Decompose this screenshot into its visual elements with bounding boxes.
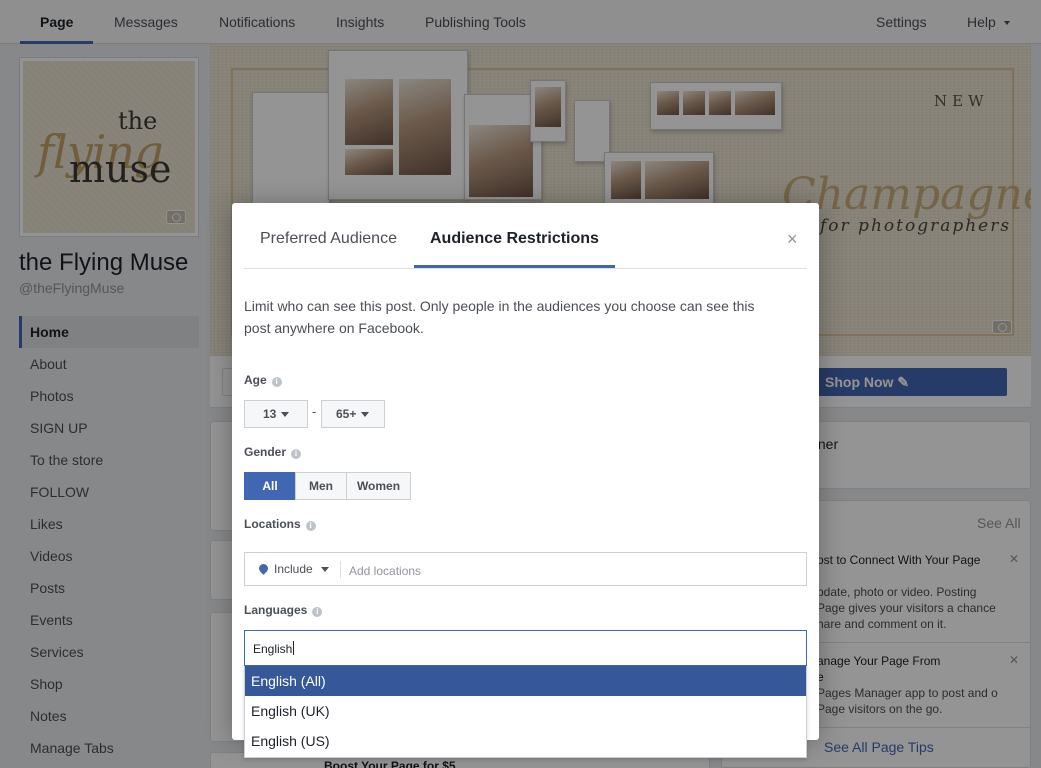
age-range-dash: -: [312, 404, 317, 419]
languages-label-text: Languages: [244, 603, 308, 617]
languages-input[interactable]: English: [244, 630, 807, 666]
language-option-english-uk[interactable]: English (UK): [245, 696, 806, 726]
age-min-value: 13: [263, 407, 277, 421]
language-option-english-us[interactable]: English (US): [245, 726, 806, 756]
gender-men-button[interactable]: Men: [295, 472, 347, 500]
locations-input[interactable]: Add locations: [349, 564, 421, 578]
info-icon[interactable]: i: [291, 449, 302, 459]
chevron-down-icon: [361, 412, 370, 417]
tab-preferred-audience[interactable]: Preferred Audience: [260, 203, 397, 268]
gender-women-button[interactable]: Women: [346, 472, 411, 500]
language-option-english-all[interactable]: English (All): [245, 666, 806, 696]
restrictions-description: Limit who can see this post. Only people…: [244, 298, 755, 336]
info-icon[interactable]: i: [271, 377, 282, 387]
gender-all-button[interactable]: All: [244, 472, 296, 500]
divider: [340, 561, 341, 578]
include-dropdown[interactable]: Include: [274, 562, 329, 576]
location-pin-icon: [257, 562, 270, 575]
age-max-value: 65+: [336, 407, 357, 421]
age-label: Age i: [244, 373, 282, 387]
audience-dialog: Preferred Audience Audience Restrictions…: [232, 203, 819, 740]
info-icon[interactable]: i: [305, 521, 316, 531]
include-label: Include: [274, 562, 313, 576]
chevron-down-icon: [320, 567, 329, 572]
locations-label: Locations i: [244, 517, 316, 531]
gender-label: Gender i: [244, 445, 302, 459]
languages-input-value: English: [253, 642, 293, 656]
languages-label: Languages i: [244, 603, 323, 617]
close-icon[interactable]: ×: [787, 229, 798, 250]
age-max-select[interactable]: 65+: [321, 400, 385, 428]
age-min-select[interactable]: 13: [244, 400, 308, 428]
locations-label-text: Locations: [244, 517, 301, 531]
tab-audience-restrictions[interactable]: Audience Restrictions: [430, 203, 599, 268]
chevron-down-icon: [281, 412, 290, 417]
age-label-text: Age: [244, 373, 267, 387]
gender-label-text: Gender: [244, 445, 287, 459]
tabs-divider: [244, 268, 807, 269]
info-icon[interactable]: i: [312, 607, 323, 617]
locations-field[interactable]: Include Add locations: [244, 552, 807, 586]
language-suggestions: English (All) English (UK) English (US): [244, 666, 807, 758]
